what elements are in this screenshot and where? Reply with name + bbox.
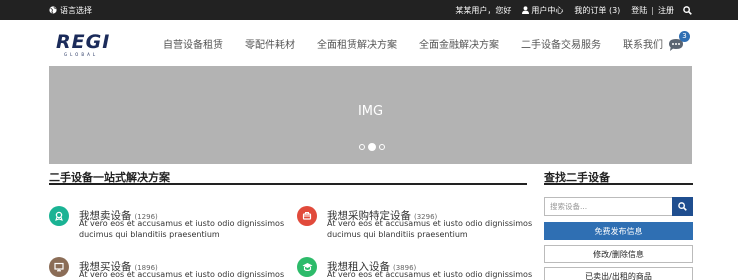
carousel-dot-active[interactable] xyxy=(368,143,376,151)
banner-image-placeholder: IMG xyxy=(357,104,384,119)
service-description: At vero eos et accusamus et iusto odio d… xyxy=(327,270,533,279)
purchase-icon xyxy=(297,206,317,226)
user-center-label: 用户中心 xyxy=(531,5,564,15)
monitor-icon xyxy=(49,257,69,277)
equipment-search-input[interactable] xyxy=(545,198,671,215)
sidebar-search xyxy=(544,197,693,216)
equipment-search-button[interactable] xyxy=(672,197,693,216)
carousel-dot[interactable] xyxy=(379,144,385,150)
register-link[interactable]: 注册 xyxy=(658,5,674,16)
edit-delete-info-button[interactable]: 修改/删除信息 xyxy=(544,245,693,263)
nav-item-leasing-solutions[interactable]: 全面租赁解决方案 xyxy=(317,36,397,51)
login-link[interactable]: 登陆 xyxy=(631,5,647,16)
carousel-dots xyxy=(359,143,385,151)
search-icon xyxy=(683,5,692,15)
chat-badge: 3 xyxy=(679,31,690,42)
main-nav: 自营设备租赁 零配件耗材 全面租赁解决方案 全面金融解决方案 二手设备交易服务 … xyxy=(163,20,685,66)
language-label: 语言选择 xyxy=(60,5,92,15)
chat-button[interactable]: 3 xyxy=(668,31,690,53)
language-selector[interactable]: 语言选择 xyxy=(49,0,92,20)
my-orders-link[interactable]: 我的订单 (3) xyxy=(574,5,620,16)
top-search-button[interactable] xyxy=(683,0,692,20)
main-section-divider xyxy=(49,183,527,185)
service-description: At vero eos et accusamus et iusto odio d… xyxy=(327,219,533,239)
logo-subtext: GLOBAL xyxy=(64,52,99,57)
globe-icon xyxy=(49,6,57,14)
nav-item-contact[interactable]: 联系我们 xyxy=(623,36,663,51)
sidebar-divider xyxy=(544,183,693,185)
logo-text: REGI xyxy=(56,31,111,53)
nav-item-self-rental[interactable]: 自营设备租赁 xyxy=(163,36,223,51)
search-icon xyxy=(678,202,687,211)
main-header: REGI GLOBAL 自营设备租赁 零配件耗材 全面租赁解决方案 全面金融解决… xyxy=(0,20,738,66)
graduation-icon xyxy=(297,257,317,277)
nav-item-finance-solutions[interactable]: 全面金融解决方案 xyxy=(419,36,499,51)
nav-item-used-trading[interactable]: 二手设备交易服务 xyxy=(521,36,601,51)
service-description: At vero eos et accusamus et iusto odio d… xyxy=(79,219,285,239)
nav-item-parts[interactable]: 零配件耗材 xyxy=(245,36,295,51)
user-icon xyxy=(522,6,530,14)
sold-rented-items-button[interactable]: 已卖出/出租的商品 xyxy=(544,267,693,280)
publish-info-button[interactable]: 免费发布信息 xyxy=(544,222,693,240)
service-description: At vero eos et accusamus et iusto odio d… xyxy=(79,270,285,279)
carousel-dot[interactable] xyxy=(359,144,365,150)
login-separator: | xyxy=(651,5,654,15)
greeting-text: 某某用户，您好 xyxy=(455,5,512,15)
top-bar: 语言选择 某某用户，您好 用户中心 我的订单 (3) 登陆 | 注册 xyxy=(0,0,738,20)
sell-icon xyxy=(49,206,69,226)
user-center-link[interactable]: 用户中心 xyxy=(522,5,563,16)
logo[interactable]: REGI GLOBAL xyxy=(56,31,120,58)
hero-banner[interactable]: IMG xyxy=(49,66,692,164)
